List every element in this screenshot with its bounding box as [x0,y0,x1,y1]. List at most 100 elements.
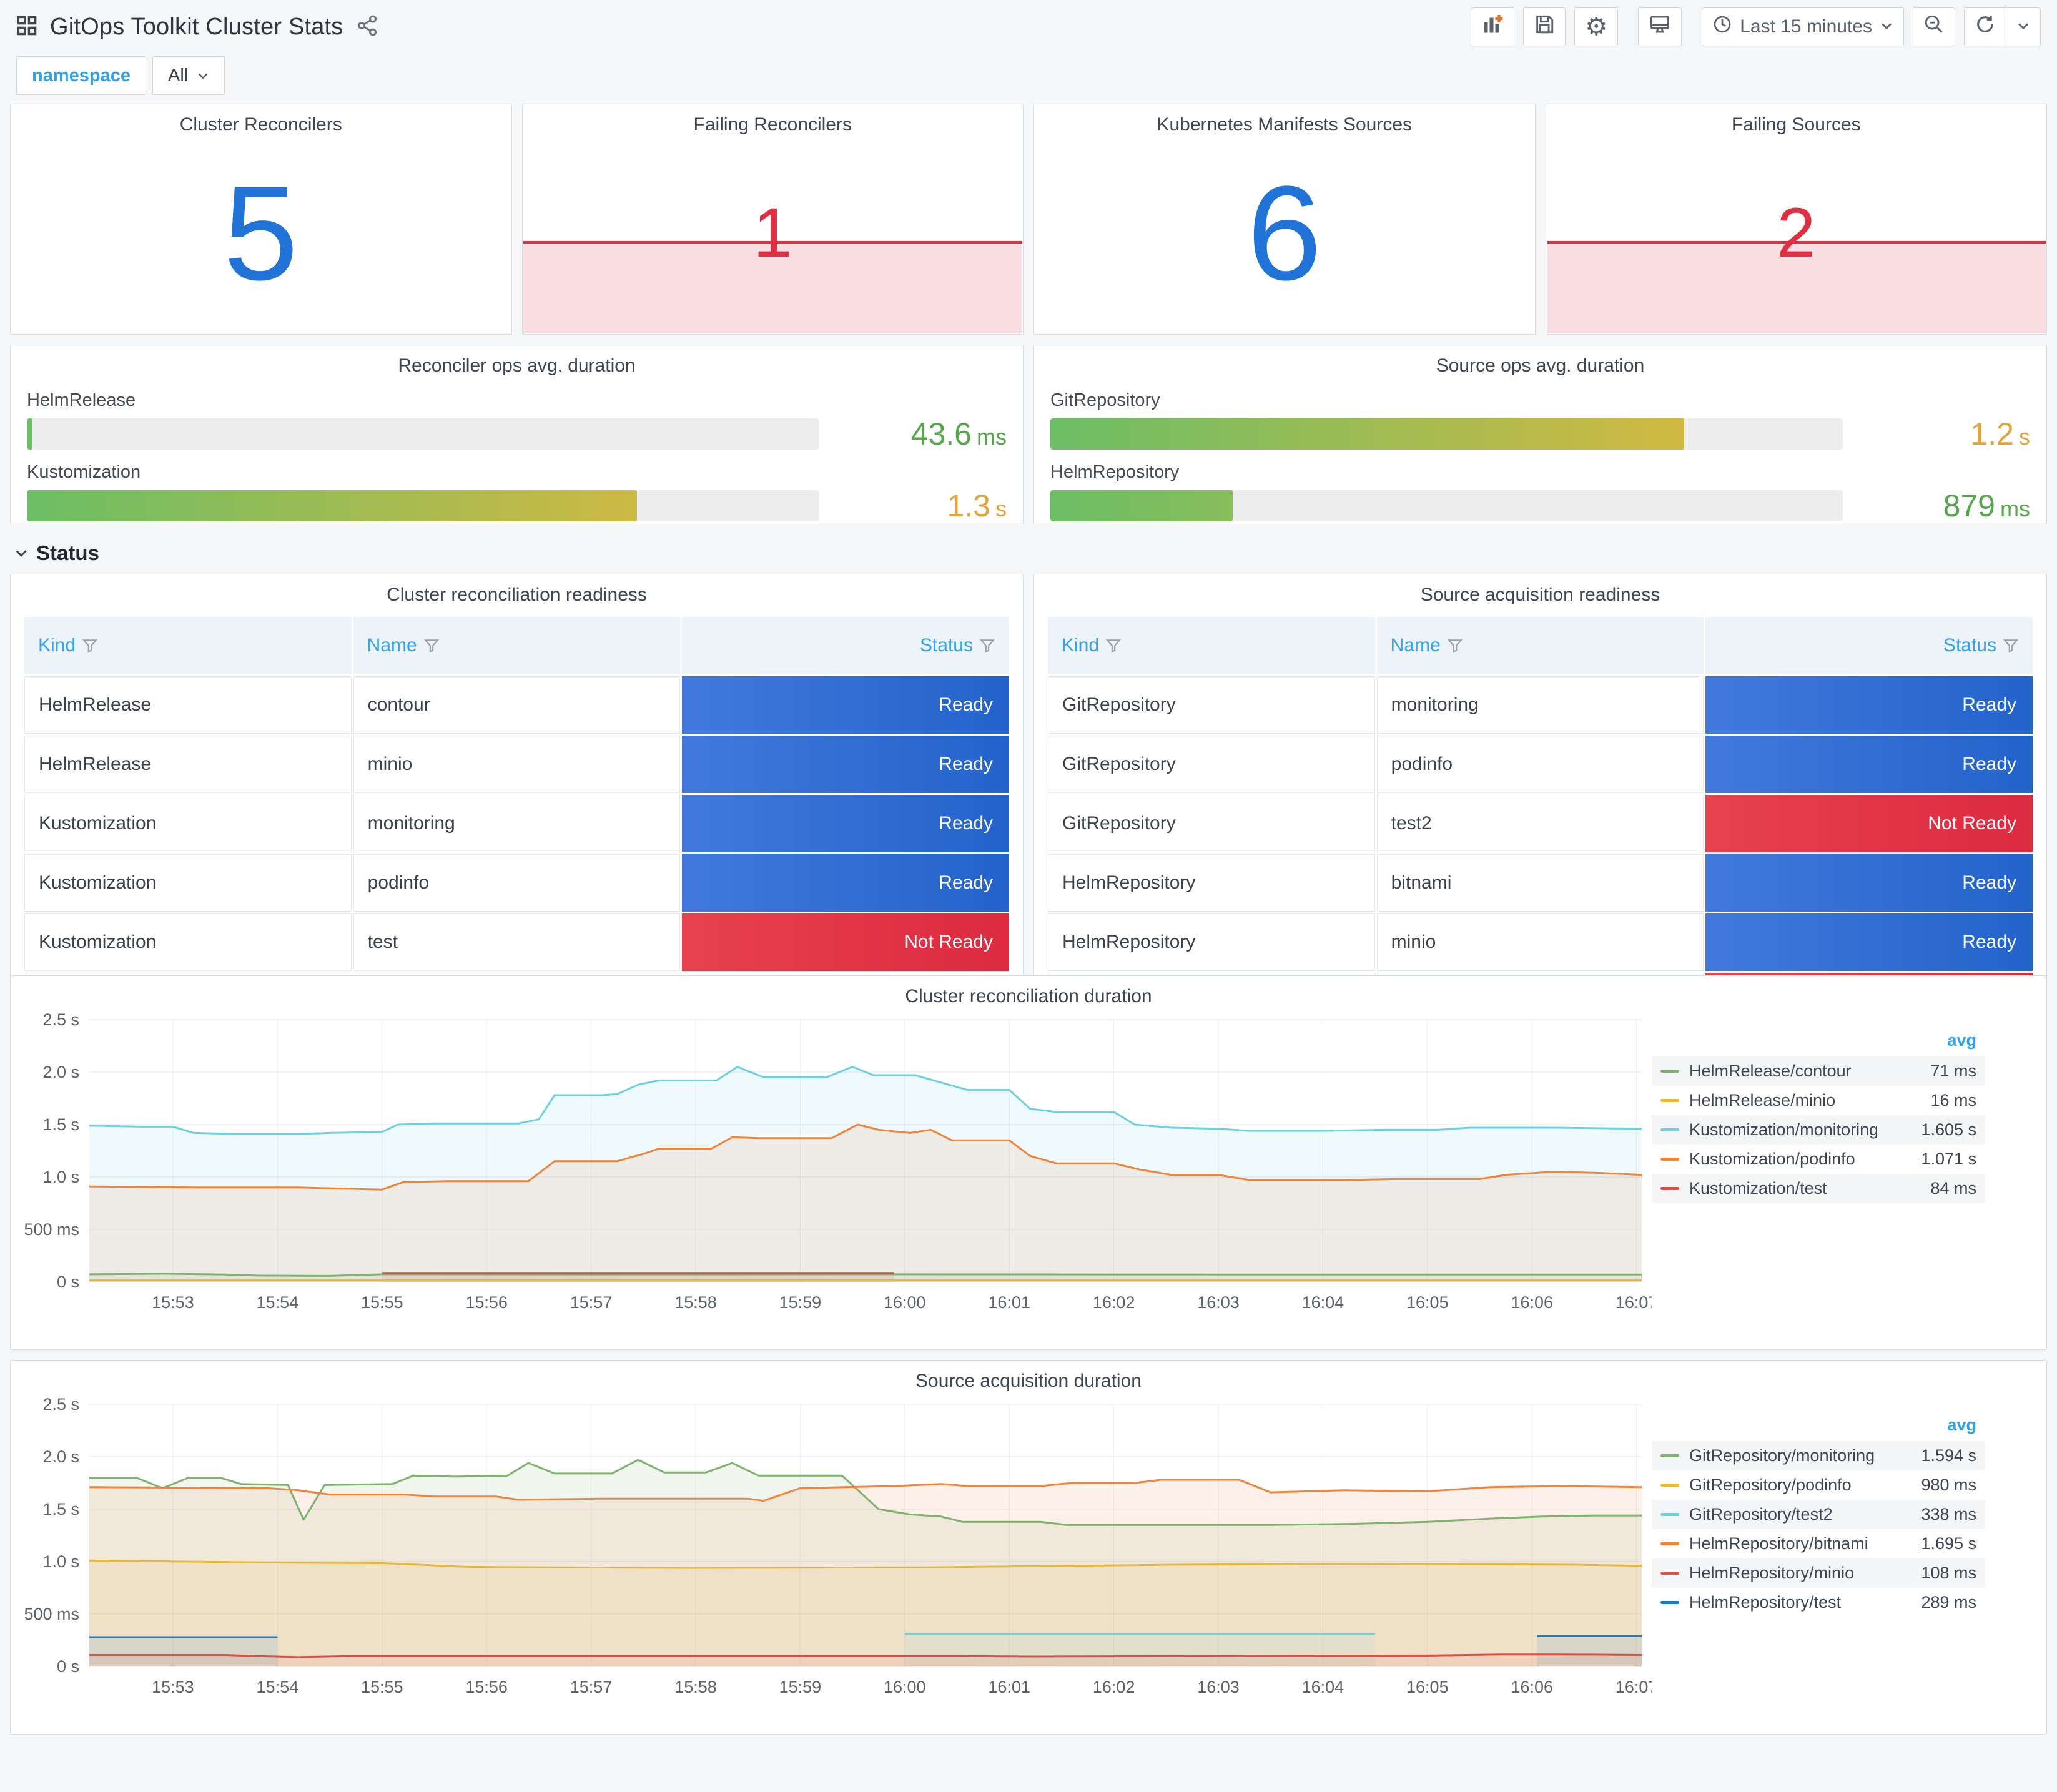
column-header-name[interactable]: Name [1376,617,1704,674]
filter-icon[interactable] [979,638,995,654]
x-axis-tick: 16:01 [988,1678,1030,1696]
legend-series-name[interactable]: GitRepository/monitoring [1689,1446,1877,1465]
filter-icon[interactable] [1105,638,1122,654]
dashboard-settings-button[interactable]: ⚙ [1574,7,1619,46]
table-row: HelmRepository minio Ready [1048,913,2033,971]
variable-namespace-value-dropdown[interactable]: All [152,56,225,95]
cell-name: monitoring [1376,676,1704,734]
add-panel-button[interactable] [1471,7,1515,46]
refresh-button[interactable] [1964,7,2006,46]
x-axis-tick: 15:55 [361,1678,403,1696]
legend-item[interactable]: GitRepository/monitoring 1.594 s [1652,1441,1985,1470]
legend-series-name[interactable]: HelmRepository/bitnami [1689,1534,1877,1553]
gauge-value: 43.6 ms [910,416,1007,451]
stat-panel: Failing Reconcilers 1 [521,104,1024,335]
y-axis-tick: 2.0 s [42,1447,79,1466]
legend-series-avg: 1.071 s [1921,1150,1976,1168]
x-axis-tick: 15:54 [257,1678,299,1696]
series-area [1537,1636,1642,1666]
legend-series-name[interactable]: HelmRelease/contour [1689,1061,1877,1081]
legend-series-name[interactable]: HelmRepository/test [1689,1593,1877,1612]
settings-gear-icon: ⚙ [1585,13,1608,41]
bar-gauge-panel: Source ops avg. duration GitRepository 1.2… [1033,345,2047,524]
column-header-status[interactable]: Status [1705,617,2033,674]
top-bar: GitOps Toolkit Cluster Stats ⚙ Last 15 m… [10,0,2047,49]
x-axis-tick: 15:58 [674,1293,717,1312]
filter-icon[interactable] [2003,638,2019,654]
save-dashboard-icon [1534,14,1555,40]
legend-item[interactable]: GitRepository/test2 338 ms [1652,1500,1985,1529]
variable-namespace-label[interactable]: namespace [16,56,146,95]
y-axis-tick: 1.5 s [42,1115,79,1134]
x-axis-tick: 16:07 [1616,1678,1652,1696]
table-panel: Source acquisition readiness Kind Name Stat… [1033,574,2047,1033]
status-badge: Ready [682,736,1009,793]
y-axis-tick: 2.5 s [42,1010,79,1029]
stat-value: 6 [1246,157,1322,308]
legend-series-name[interactable]: HelmRepository/minio [1689,1563,1877,1583]
legend-series-name[interactable]: GitRepository/test2 [1689,1505,1877,1524]
column-header-name[interactable]: Name [353,617,681,674]
legend-series-name[interactable]: Kustomization/test [1689,1179,1877,1198]
legend-series-color-icon [1660,1158,1679,1161]
status-badge: Ready [1705,913,2033,971]
legend-item[interactable]: Kustomization/podinfo 1.071 s [1652,1145,1985,1174]
legend-item[interactable]: Kustomization/test 84 ms [1652,1174,1985,1203]
stat-panel-title: Failing Sources [1731,114,1861,135]
table-row: GitRepository podinfo Ready [1048,736,2033,793]
x-axis-tick: 16:07 [1616,1293,1652,1312]
stat-panel: Cluster Reconcilers 5 [10,104,512,335]
legend-series-avg: 1.594 s [1921,1446,1976,1465]
gauge-fill [27,418,32,450]
cell-name: minio [1376,913,1704,971]
y-axis-tick: 0 s [57,1657,79,1676]
legend-avg-header[interactable]: avg [1652,1415,1985,1441]
cell-name: bitnami [1376,854,1704,912]
legend-series-name[interactable]: Kustomization/podinfo [1689,1150,1877,1169]
filter-icon[interactable] [1447,638,1463,654]
timeseries-chart[interactable]: 0 s 500 ms 1.0 s 1.5 s 2.0 s 2.5 s 15:53 15:54 1… [16,1394,1652,1706]
filter-icon[interactable] [423,638,440,654]
table-row: Kustomization podinfo Ready [24,854,1009,912]
panel-title: Cluster reconciliation duration [905,986,1152,1007]
legend-item[interactable]: HelmRepository/test 289 ms [1652,1588,1985,1617]
legend-avg-header[interactable]: avg [1652,1031,1985,1056]
tv-cycle-button[interactable] [1638,7,1682,46]
legend-item[interactable]: Kustomization/monitoring 1.605 s [1652,1115,1985,1145]
cell-kind: GitRepository [1048,676,1375,734]
legend-series-name[interactable]: HelmRelease/minio [1689,1091,1877,1110]
legend-series-color-icon [1660,1187,1679,1190]
legend-series-avg: 71 ms [1930,1061,1976,1080]
column-header-kind[interactable]: Kind [1048,617,1375,674]
filter-icon[interactable] [82,638,98,654]
legend-series-name[interactable]: GitRepository/podinfo [1689,1475,1877,1495]
apps-grid-icon[interactable] [16,15,37,39]
x-axis-tick: 16:05 [1406,1678,1449,1696]
timeseries-chart[interactable]: 0 s 500 ms 1.0 s 1.5 s 2.0 s 2.5 s 15:53 15:54 1… [16,1010,1652,1322]
variables-row: namespace All [10,49,2047,104]
refresh-interval-dropdown[interactable] [2006,7,2041,46]
legend-series-name[interactable]: Kustomization/monitoring [1689,1120,1877,1140]
table-panel: Cluster reconciliation readiness Kind Name… [10,574,1024,1033]
time-range-picker[interactable]: Last 15 minutes [1702,7,1904,46]
legend-item[interactable]: HelmRepository/minio 108 ms [1652,1558,1985,1588]
column-header-status[interactable]: Status [682,617,1009,674]
chart-legend: avg HelmRelease/contour 71 ms HelmRelease/… [1652,1010,2001,1322]
column-header-kind[interactable]: Kind [24,617,352,674]
chevron-down-icon [2016,16,2030,37]
cell-kind: HelmRepository [1048,913,1375,971]
cell-kind: HelmRelease [24,676,352,734]
status-badge: Ready [682,795,1009,852]
share-icon[interactable] [356,14,378,40]
legend-series-avg: 84 ms [1930,1179,1976,1198]
chevron-down-icon [199,73,208,79]
section-status[interactable]: Status [10,529,2047,574]
cell-name: monitoring [353,795,681,852]
legend-item[interactable]: HelmRepository/bitnami 1.695 s [1652,1529,1985,1558]
legend-item[interactable]: HelmRelease/contour 71 ms [1652,1056,1985,1086]
save-dashboard-button[interactable] [1523,7,1566,46]
zoom-out-button[interactable] [1913,7,1955,46]
legend-item[interactable]: HelmRelease/minio 16 ms [1652,1086,1985,1115]
gauge-value: 1.2 s [1970,416,2030,451]
legend-item[interactable]: GitRepository/podinfo 980 ms [1652,1470,1985,1500]
